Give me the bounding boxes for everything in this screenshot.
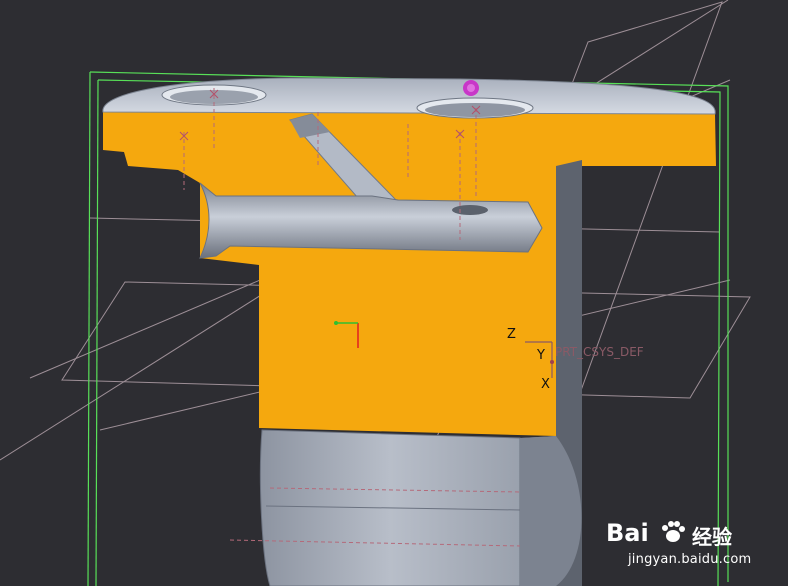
cad-model-canvas[interactable]: [0, 0, 788, 586]
watermark-url: jingyan.baidu.com: [628, 552, 752, 567]
csys-name-label: PRT_CSYS_DEF: [555, 345, 644, 359]
watermark-logo: Bai: [606, 519, 649, 547]
selection-marker[interactable]: [463, 80, 479, 96]
csys-axis-z-label: Z: [507, 327, 516, 342]
csys-axis-x-label: X: [541, 377, 550, 392]
csys-axis-y-label: Y: [537, 348, 545, 363]
lower-barrel[interactable]: [259, 429, 582, 586]
section-cut-face[interactable]: [103, 112, 716, 436]
watermark-jingyan: 经验: [692, 525, 732, 549]
model-viewport[interactable]: Z Y X PRT_CSYS_DEF Bai 经验 jingyan.baidu.…: [0, 0, 788, 586]
paw-icon: [660, 519, 686, 545]
